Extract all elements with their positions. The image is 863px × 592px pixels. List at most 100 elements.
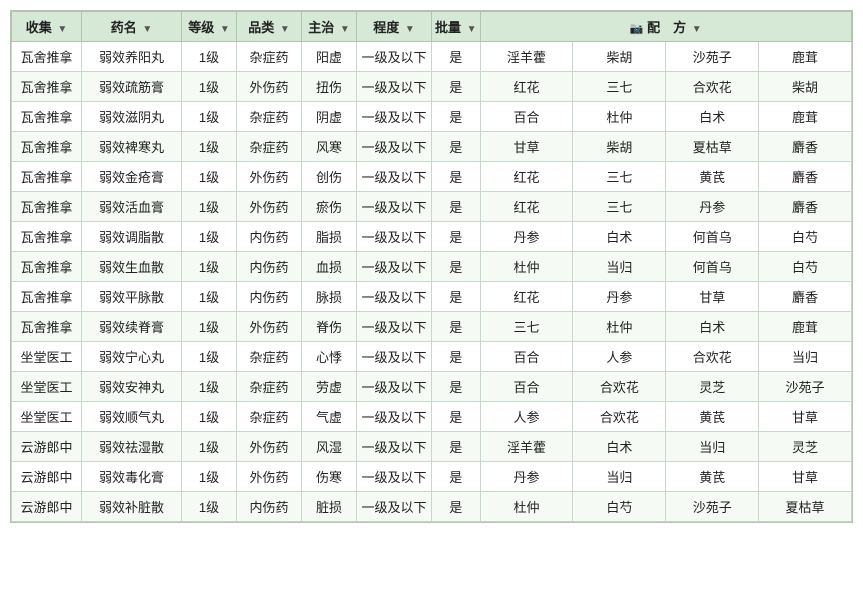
cell-7: 百合 bbox=[480, 372, 573, 402]
cell-0: 瓦舍推拿 bbox=[12, 102, 82, 132]
cell-6: 是 bbox=[432, 102, 481, 132]
table-row: 坐堂医工弱效顺气丸1级杂症药气虚一级及以下是人参合欢花黄芪甘草 bbox=[12, 402, 852, 432]
cell-4: 血损 bbox=[302, 252, 357, 282]
cell-5: 一级及以下 bbox=[357, 42, 432, 72]
cell-5: 一级及以下 bbox=[357, 102, 432, 132]
cell-6: 是 bbox=[432, 162, 481, 192]
cell-8: 柴胡 bbox=[573, 132, 666, 162]
cell-1: 弱效滋阴丸 bbox=[82, 102, 182, 132]
cell-4: 瘀伤 bbox=[302, 192, 357, 222]
cell-7: 杜仲 bbox=[480, 492, 573, 522]
cell-7: 百合 bbox=[480, 342, 573, 372]
table-row: 坐堂医工弱效安神丸1级杂症药劳虚一级及以下是百合合欢花灵芝沙苑子 bbox=[12, 372, 852, 402]
cell-7: 三七 bbox=[480, 312, 573, 342]
cell-0: 坐堂医工 bbox=[12, 372, 82, 402]
header-collect[interactable]: 收集 ▼ bbox=[12, 12, 82, 42]
header-name[interactable]: 药名 ▼ bbox=[82, 12, 182, 42]
cell-5: 一级及以下 bbox=[357, 372, 432, 402]
cell-7: 红花 bbox=[480, 162, 573, 192]
cell-7: 淫羊藿 bbox=[480, 42, 573, 72]
cell-10: 沙苑子 bbox=[759, 372, 852, 402]
sort-icon-batch: ▼ bbox=[467, 24, 477, 35]
cell-10: 鹿茸 bbox=[759, 312, 852, 342]
cell-6: 是 bbox=[432, 372, 481, 402]
cell-10: 灵芝 bbox=[759, 432, 852, 462]
cell-2: 1级 bbox=[182, 402, 237, 432]
cell-2: 1级 bbox=[182, 252, 237, 282]
cell-6: 是 bbox=[432, 42, 481, 72]
cell-2: 1级 bbox=[182, 282, 237, 312]
cell-7: 淫羊藿 bbox=[480, 432, 573, 462]
cell-1: 弱效生血散 bbox=[82, 252, 182, 282]
cell-8: 当归 bbox=[573, 462, 666, 492]
header-degree[interactable]: 程度 ▼ bbox=[357, 12, 432, 42]
cell-8: 杜仲 bbox=[573, 312, 666, 342]
cell-0: 瓦舍推拿 bbox=[12, 162, 82, 192]
cell-3: 外伤药 bbox=[237, 432, 302, 462]
sort-icon-main: ▼ bbox=[340, 24, 350, 35]
cell-6: 是 bbox=[432, 402, 481, 432]
cell-2: 1级 bbox=[182, 312, 237, 342]
sort-icon-degree: ▼ bbox=[405, 24, 415, 35]
cell-1: 弱效金疮膏 bbox=[82, 162, 182, 192]
sort-icon-level: ▼ bbox=[220, 24, 230, 35]
medicine-table: 收集 ▼ 药名 ▼ 等级 ▼ 品类 ▼ 主治 ▼ bbox=[11, 11, 852, 522]
cell-4: 脂损 bbox=[302, 222, 357, 252]
cell-4: 心悸 bbox=[302, 342, 357, 372]
cell-3: 外伤药 bbox=[237, 192, 302, 222]
cell-0: 瓦舍推拿 bbox=[12, 222, 82, 252]
cell-4: 风湿 bbox=[302, 432, 357, 462]
cell-5: 一级及以下 bbox=[357, 132, 432, 162]
cell-0: 坐堂医工 bbox=[12, 402, 82, 432]
cell-3: 杂症药 bbox=[237, 342, 302, 372]
cell-8: 杜仲 bbox=[573, 102, 666, 132]
cell-0: 云游郎中 bbox=[12, 492, 82, 522]
cell-2: 1级 bbox=[182, 492, 237, 522]
cell-5: 一级及以下 bbox=[357, 282, 432, 312]
cell-9: 黄芪 bbox=[666, 462, 759, 492]
cell-1: 弱效调脂散 bbox=[82, 222, 182, 252]
cell-1: 弱效祛湿散 bbox=[82, 432, 182, 462]
cell-7: 红花 bbox=[480, 72, 573, 102]
cell-10: 麝香 bbox=[759, 192, 852, 222]
cell-1: 弱效活血膏 bbox=[82, 192, 182, 222]
cell-8: 人参 bbox=[573, 342, 666, 372]
sort-icon-formula: ▼ bbox=[692, 24, 702, 35]
cell-3: 杂症药 bbox=[237, 42, 302, 72]
cell-8: 三七 bbox=[573, 72, 666, 102]
cell-4: 脉损 bbox=[302, 282, 357, 312]
cell-5: 一级及以下 bbox=[357, 312, 432, 342]
cell-1: 弱效宁心丸 bbox=[82, 342, 182, 372]
cell-9: 甘草 bbox=[666, 282, 759, 312]
cell-6: 是 bbox=[432, 432, 481, 462]
cell-5: 一级及以下 bbox=[357, 222, 432, 252]
cell-10: 甘草 bbox=[759, 402, 852, 432]
header-main[interactable]: 主治 ▼ bbox=[302, 12, 357, 42]
sort-icon-category: ▼ bbox=[280, 24, 290, 35]
header-formula[interactable]: 📷 配 方 ▼ bbox=[480, 12, 851, 42]
header-batch[interactable]: 批量 ▼ bbox=[432, 12, 481, 42]
cell-8: 当归 bbox=[573, 252, 666, 282]
cell-4: 气虚 bbox=[302, 402, 357, 432]
sort-icon-collect: ▼ bbox=[57, 24, 67, 35]
table-row: 云游郎中弱效毒化膏1级外伤药伤寒一级及以下是丹参当归黄芪甘草 bbox=[12, 462, 852, 492]
cell-5: 一级及以下 bbox=[357, 162, 432, 192]
cell-6: 是 bbox=[432, 492, 481, 522]
cell-0: 云游郎中 bbox=[12, 462, 82, 492]
header-level[interactable]: 等级 ▼ bbox=[182, 12, 237, 42]
cell-10: 柴胡 bbox=[759, 72, 852, 102]
header-category[interactable]: 品类 ▼ bbox=[237, 12, 302, 42]
cell-4: 伤寒 bbox=[302, 462, 357, 492]
cell-8: 合欢花 bbox=[573, 372, 666, 402]
cell-8: 三七 bbox=[573, 192, 666, 222]
cell-8: 白芍 bbox=[573, 492, 666, 522]
cell-10: 白芍 bbox=[759, 252, 852, 282]
cell-7: 红花 bbox=[480, 192, 573, 222]
table-row: 瓦舍推拿弱效调脂散1级内伤药脂损一级及以下是丹参白术何首乌白芍 bbox=[12, 222, 852, 252]
cell-6: 是 bbox=[432, 282, 481, 312]
cell-9: 黄芪 bbox=[666, 162, 759, 192]
cell-0: 瓦舍推拿 bbox=[12, 42, 82, 72]
cell-9: 灵芝 bbox=[666, 372, 759, 402]
cell-10: 甘草 bbox=[759, 462, 852, 492]
cell-8: 丹参 bbox=[573, 282, 666, 312]
